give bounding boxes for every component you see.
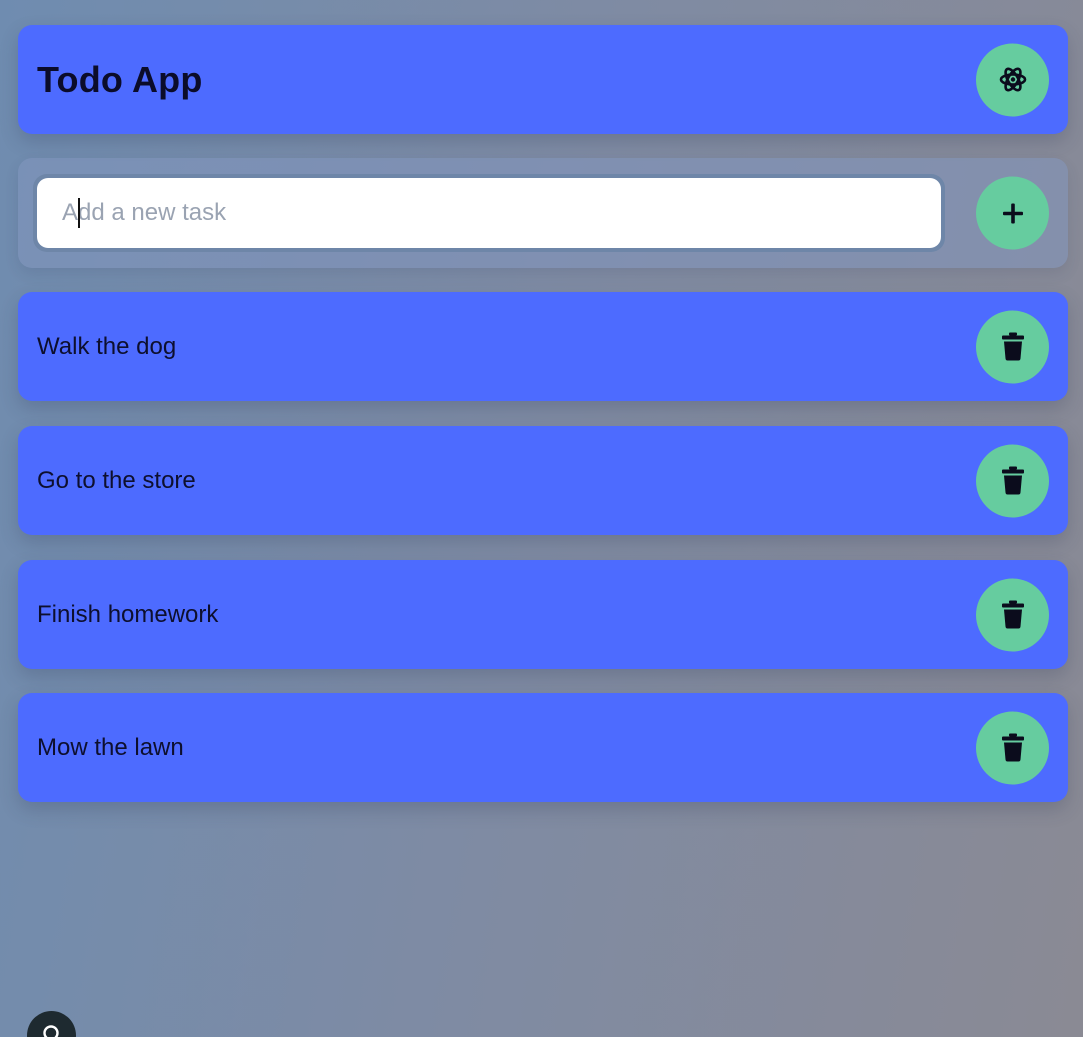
text-caret [78,198,80,228]
task-item: Mow the lawn [18,693,1068,802]
task-label: Finish homework [37,600,219,628]
atom-icon [998,65,1028,95]
delete-task-button[interactable] [976,310,1049,383]
plus-icon [1001,201,1025,225]
task-item: Go to the store [18,426,1068,535]
task-item: Walk the dog [18,292,1068,401]
task-label: Mow the lawn [37,733,184,761]
task-label: Walk the dog [37,332,177,360]
task-item: Finish homework [18,560,1068,669]
task-input-container [33,174,945,252]
delete-task-button[interactable] [976,711,1049,784]
delete-task-button[interactable] [976,444,1049,517]
settings-button[interactable] [976,43,1049,116]
trash-icon [1001,466,1025,495]
delete-task-button[interactable] [976,578,1049,651]
new-task-bar [18,158,1068,268]
search-icon [40,1023,64,1037]
floating-action-button[interactable] [27,1011,76,1037]
add-task-button[interactable] [976,176,1049,250]
task-label: Go to the store [37,466,196,494]
trash-icon [1001,600,1025,629]
app-header: Todo App [18,25,1068,134]
new-task-input[interactable] [37,178,941,248]
trash-icon [1001,733,1025,762]
trash-icon [1001,332,1025,361]
page-title: Todo App [37,58,203,100]
